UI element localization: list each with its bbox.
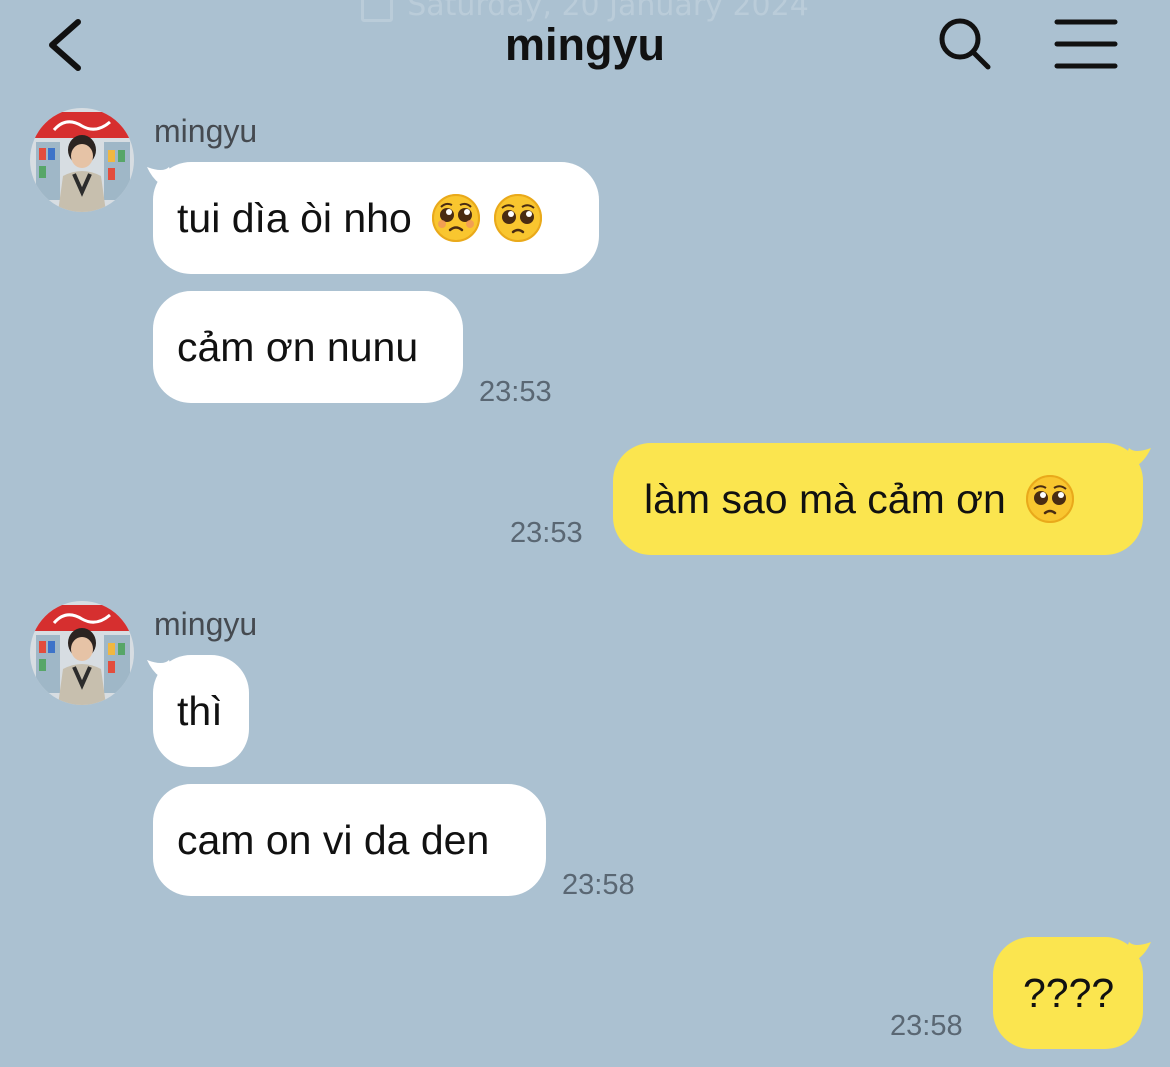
message-timestamp: 23:58 xyxy=(890,1010,963,1042)
bubble-tail xyxy=(1121,942,1151,964)
message-bubble[interactable]: tui dìa òi nho xyxy=(153,162,599,274)
sender-name: mingyu xyxy=(154,113,258,149)
message-bubble[interactable]: thì xyxy=(153,655,249,767)
message-timestamp: 23:58 xyxy=(562,869,635,901)
message-timestamp: 23:53 xyxy=(479,376,552,408)
message-text: ???? xyxy=(1023,970,1115,1016)
message-text: thì xyxy=(177,688,223,734)
message-text: làm sao mà cảm ơn xyxy=(644,476,1006,522)
sender-name: mingyu xyxy=(154,606,258,642)
chat-screen: Saturday, 20 January 2024 mingyu mingyu … xyxy=(0,0,1170,1067)
message-bubble[interactable]: cam on vi da den xyxy=(153,784,546,896)
message-text: tui dìa òi nho xyxy=(177,195,412,241)
hamburger-menu-icon[interactable] xyxy=(1052,16,1120,72)
pleading-face-icon xyxy=(493,194,542,243)
avatar[interactable] xyxy=(30,601,134,705)
pleading-face-icon xyxy=(431,194,480,243)
message-text: cảm ơn nunu xyxy=(177,324,419,370)
chat-header: mingyu xyxy=(0,0,1170,96)
bubble-tail xyxy=(1121,448,1151,470)
message-timestamp: 23:53 xyxy=(510,517,583,549)
message-text: cam on vi da den xyxy=(177,817,490,863)
message-bubble[interactable]: cảm ơn nunu xyxy=(153,291,463,403)
avatar[interactable] xyxy=(30,108,134,212)
message-bubble[interactable]: làm sao mà cảm ơn xyxy=(613,443,1143,555)
pleading-face-icon xyxy=(1025,475,1074,524)
search-icon[interactable] xyxy=(930,14,996,76)
